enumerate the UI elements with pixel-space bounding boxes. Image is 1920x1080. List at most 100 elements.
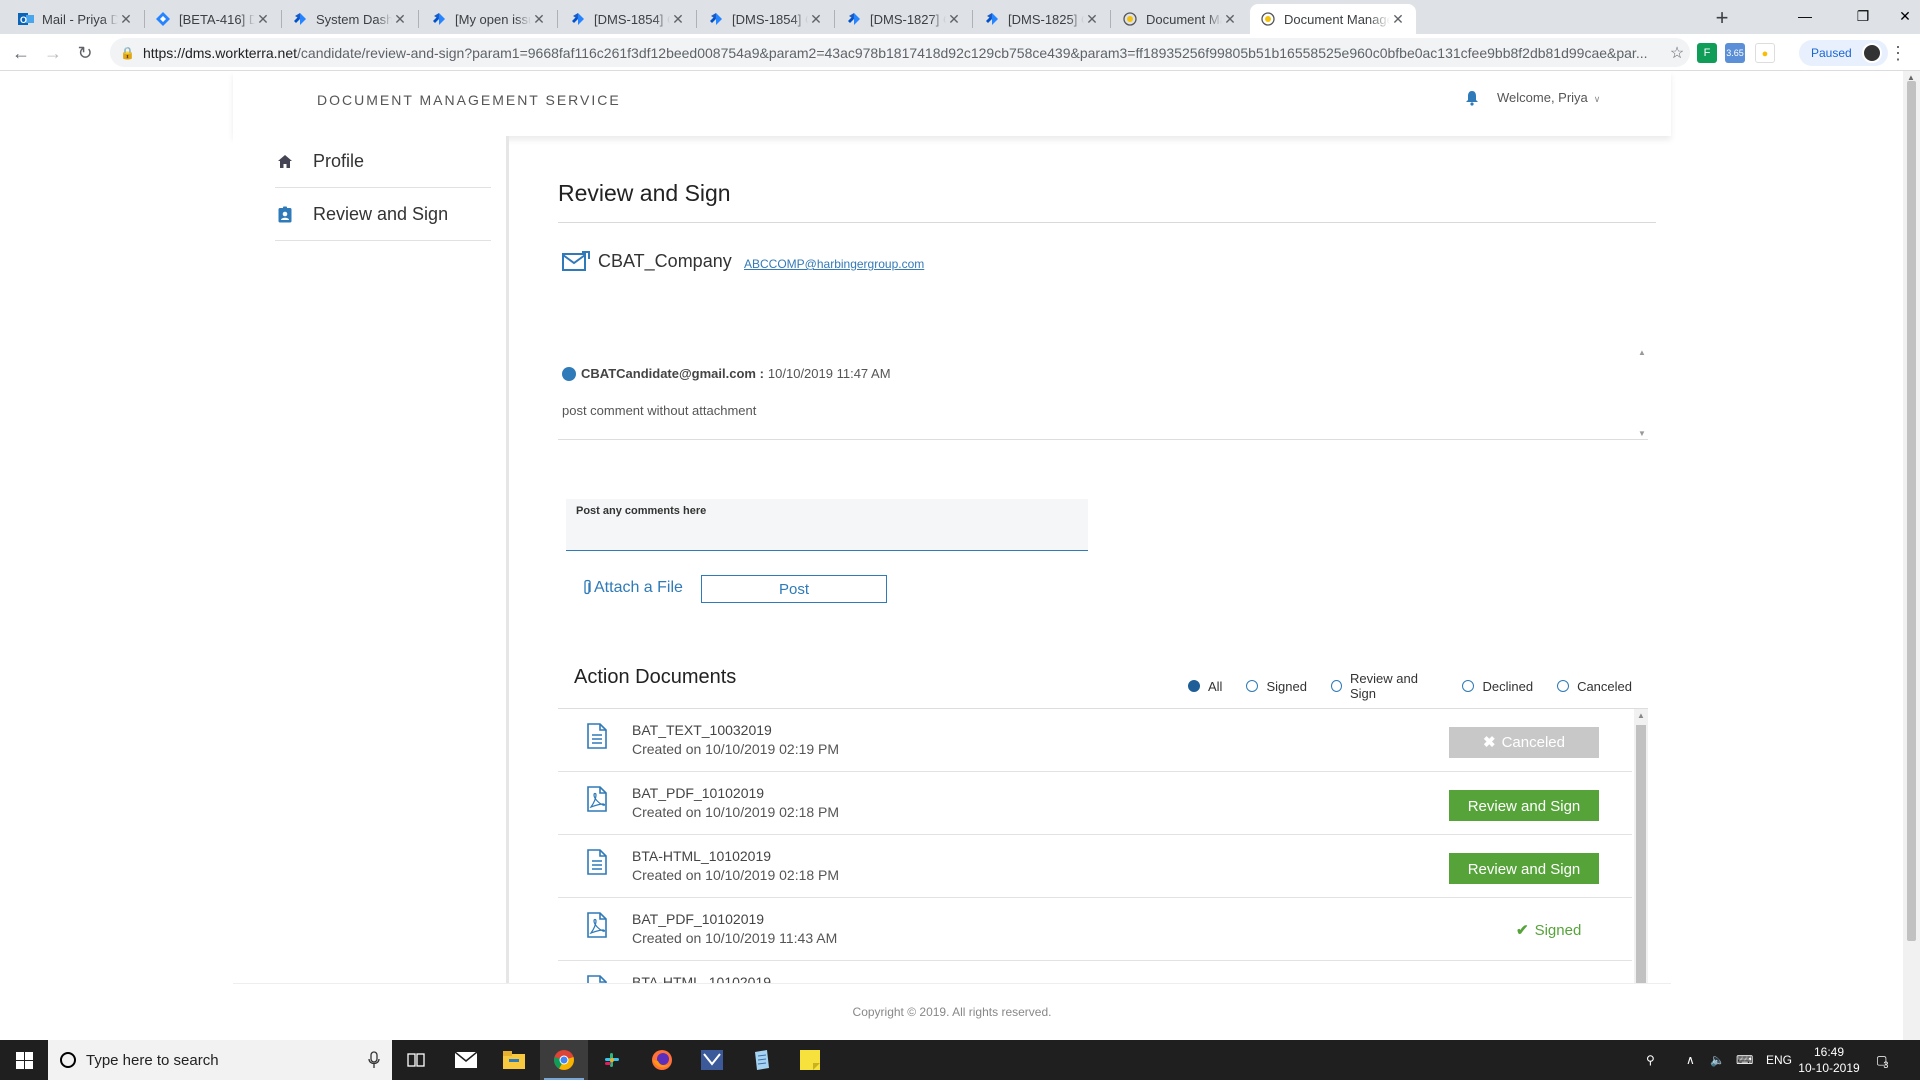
document-name[interactable]: BTA-HTML_10102019 [632,848,771,864]
file-explorer-icon[interactable] [490,1040,538,1080]
extension-weather-icon[interactable]: 3.65 [1725,43,1745,63]
task-view-icon[interactable] [392,1040,440,1080]
people-icon[interactable]: ⚲ [1646,1040,1655,1080]
post-button[interactable]: Post [701,575,887,603]
taskbar-clock[interactable]: 16:49 10-10-2019 [1794,1044,1864,1076]
cortana-icon [60,1052,76,1068]
chrome-taskbar-icon[interactable] [540,1040,588,1080]
forward-icon[interactable]: → [40,40,66,66]
comment-time: 10/10/2019 11:47 AM [767,366,891,381]
document-created-date: Created on 10/10/2019 02:18 PM [632,867,840,883]
document-row[interactable]: BTA-HTML_10102019 Created on 10/10/2019 0… [558,835,1632,898]
radio-button[interactable] [1557,680,1570,692]
radio-button[interactable] [1188,680,1200,692]
language-indicator[interactable]: ENG [1766,1040,1792,1080]
close-tab-icon[interactable]: ✕ [1222,11,1238,28]
close-tab-icon[interactable]: ✕ [255,11,271,28]
filter-declined[interactable]: Declined [1462,679,1533,694]
filter-label: Declined [1482,678,1534,694]
sidebar-item-profile[interactable]: Profile [275,136,491,188]
new-tab-button[interactable]: + [1708,4,1736,32]
filter-review-and-sign[interactable]: Review and Sign [1330,671,1439,701]
browser-tab[interactable]: [DMS-1825] Create✕ [974,4,1110,34]
filter-signed[interactable]: Signed [1246,679,1307,694]
document-name[interactable]: BAT_PDF_10102019 [632,785,764,801]
browser-tab[interactable]: [DMS-1827] Create✕ [836,4,972,34]
close-tab-icon[interactable]: ✕ [946,11,962,28]
microphone-icon[interactable] [368,1051,380,1069]
browser-tab-strip: OMail - Priya Dhamankar✕[BETA-416] DMS i… [0,0,1920,34]
close-tab-icon[interactable]: ✕ [392,11,408,28]
scroll-up-icon[interactable]: ▲ [1638,348,1646,357]
company-email-link[interactable]: ABCCOMP@harbingergroup.com [744,257,924,271]
filter-canceled[interactable]: Canceled [1557,679,1632,694]
radio-button[interactable] [1330,680,1342,692]
browser-tab[interactable]: [DMS-1854] CBAT: Candidate✕ [698,4,834,34]
slack-icon[interactable] [588,1040,636,1080]
scroll-up-icon[interactable]: ▲ [1637,711,1645,720]
document-row[interactable]: BAT_PDF_10102019 Created on 10/10/2019 11… [558,898,1632,961]
comment-scrollbar[interactable]: ▲ ▼ [1636,346,1648,440]
lock-icon: 🔒 [120,45,135,60]
mail-app-icon[interactable] [442,1040,490,1080]
close-tab-icon[interactable]: ✕ [670,11,686,28]
close-tab-icon[interactable]: ✕ [1390,11,1406,28]
close-tab-icon[interactable]: ✕ [1084,11,1100,28]
notification-bell-icon[interactable] [1465,90,1479,106]
close-tab-icon[interactable]: ✕ [118,11,134,28]
close-tab-icon[interactable]: ✕ [808,11,824,28]
radio-button[interactable] [1462,680,1475,692]
sticky-notes-icon[interactable] [786,1040,834,1080]
review-and-sign-button[interactable]: Review and Sign [1449,853,1599,884]
filter-label: Review and Sign [1350,671,1418,701]
review-and-sign-button[interactable]: Review and Sign [1449,790,1599,821]
profile-paused-button[interactable]: Paused [1799,40,1888,66]
avatar [1861,43,1882,63]
back-icon[interactable]: ← [8,40,34,66]
tray-overflow-icon[interactable]: ∧ [1686,1040,1695,1080]
text-file-icon [586,723,608,749]
page-scrollbar[interactable]: ▲ [1903,71,1920,1040]
browser-tab[interactable]: [DMS-1854] CBAT: Candidate✕ [560,4,696,34]
minimize-button[interactable]: — [1776,0,1834,34]
document-name[interactable]: BAT_PDF_10102019 [632,911,764,927]
user-menu[interactable]: Welcome, Priya ∨ [1497,90,1600,105]
radio-button[interactable] [1246,680,1259,692]
browser-tab[interactable]: System Dashboard - Jira✕ [282,4,418,34]
firefox-icon[interactable] [638,1040,686,1080]
status-label: Signed [1534,922,1582,939]
status-label: Canceled [1501,734,1565,751]
notepad-icon[interactable] [738,1040,786,1080]
browser-tab[interactable]: [BETA-416] DMS in Candidate✕ [145,4,281,34]
tab-title: [My open issues] Issues [455,11,531,27]
extension-chrome-icon[interactable]: ● [1755,43,1775,63]
browser-tab[interactable]: Document Management✕ [1112,4,1248,34]
document-row[interactable]: BAT_TEXT_10032019 Created on 10/10/2019 0… [558,709,1632,772]
windows-start-icon[interactable] [0,1040,48,1080]
browser-tab[interactable]: O Mail - Priya Dhamankar✕ [8,4,144,34]
visual-studio-icon[interactable] [688,1040,736,1080]
filter-all[interactable]: All [1188,679,1222,694]
scroll-down-icon[interactable]: ▼ [1638,429,1646,438]
browser-tab[interactable]: [My open issues] Issues✕ [421,4,557,34]
attach-file-link[interactable]: Attach a File [582,579,683,597]
close-tab-icon[interactable]: ✕ [531,11,547,28]
document-row[interactable]: BAT_PDF_10102019 Created on 10/10/2019 02… [558,772,1632,835]
reload-icon[interactable]: ↻ [72,40,98,66]
taskbar-search-input[interactable]: Type here to search [48,1040,392,1080]
comment-input[interactable]: Post any comments here [566,499,1088,551]
scrollbar-thumb[interactable] [1907,81,1916,941]
keyboard-icon[interactable]: ⌨ [1736,1040,1753,1080]
document-name[interactable]: BAT_TEXT_10032019 [632,722,772,738]
volume-icon[interactable]: 🔈 [1710,1040,1725,1080]
sidebar-item-review-and-sign[interactable]: Review and Sign [275,189,491,241]
extension-sheets-icon[interactable]: F [1697,43,1717,63]
browser-tab[interactable]: Document Management✕ [1250,4,1416,34]
pdf-file-icon [586,912,608,938]
browser-menu-icon[interactable]: ⋮ [1888,40,1908,66]
notifications-icon[interactable]: ▢ 3 [1876,1040,1888,1080]
address-bar[interactable]: 🔒 https://dms.workterra.net/candidate/re… [110,38,1690,67]
close-window-button[interactable]: ✕ [1876,0,1920,34]
message-header: CBAT_Company [562,250,732,272]
bookmark-star-icon[interactable]: ☆ [1664,43,1690,63]
